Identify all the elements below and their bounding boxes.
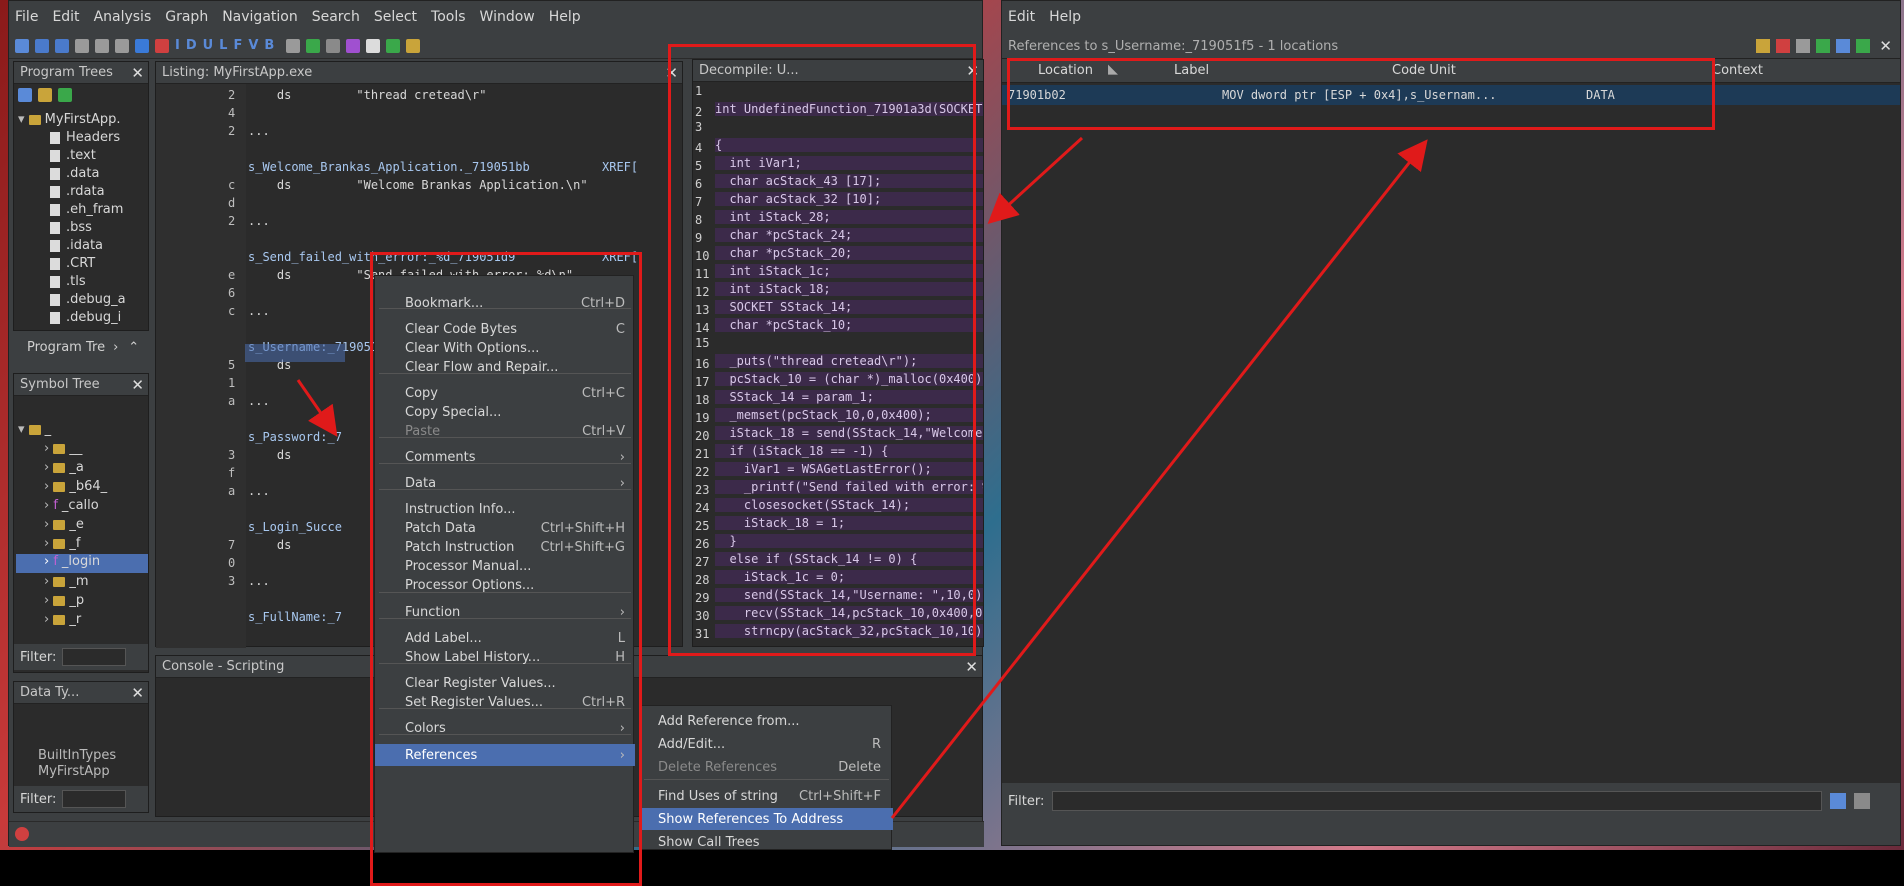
arrow-references bbox=[890, 139, 1428, 819]
arrow-decompiler bbox=[987, 136, 1084, 225]
arrow-listing bbox=[296, 379, 338, 437]
annotation-arrows bbox=[296, 136, 1428, 819]
